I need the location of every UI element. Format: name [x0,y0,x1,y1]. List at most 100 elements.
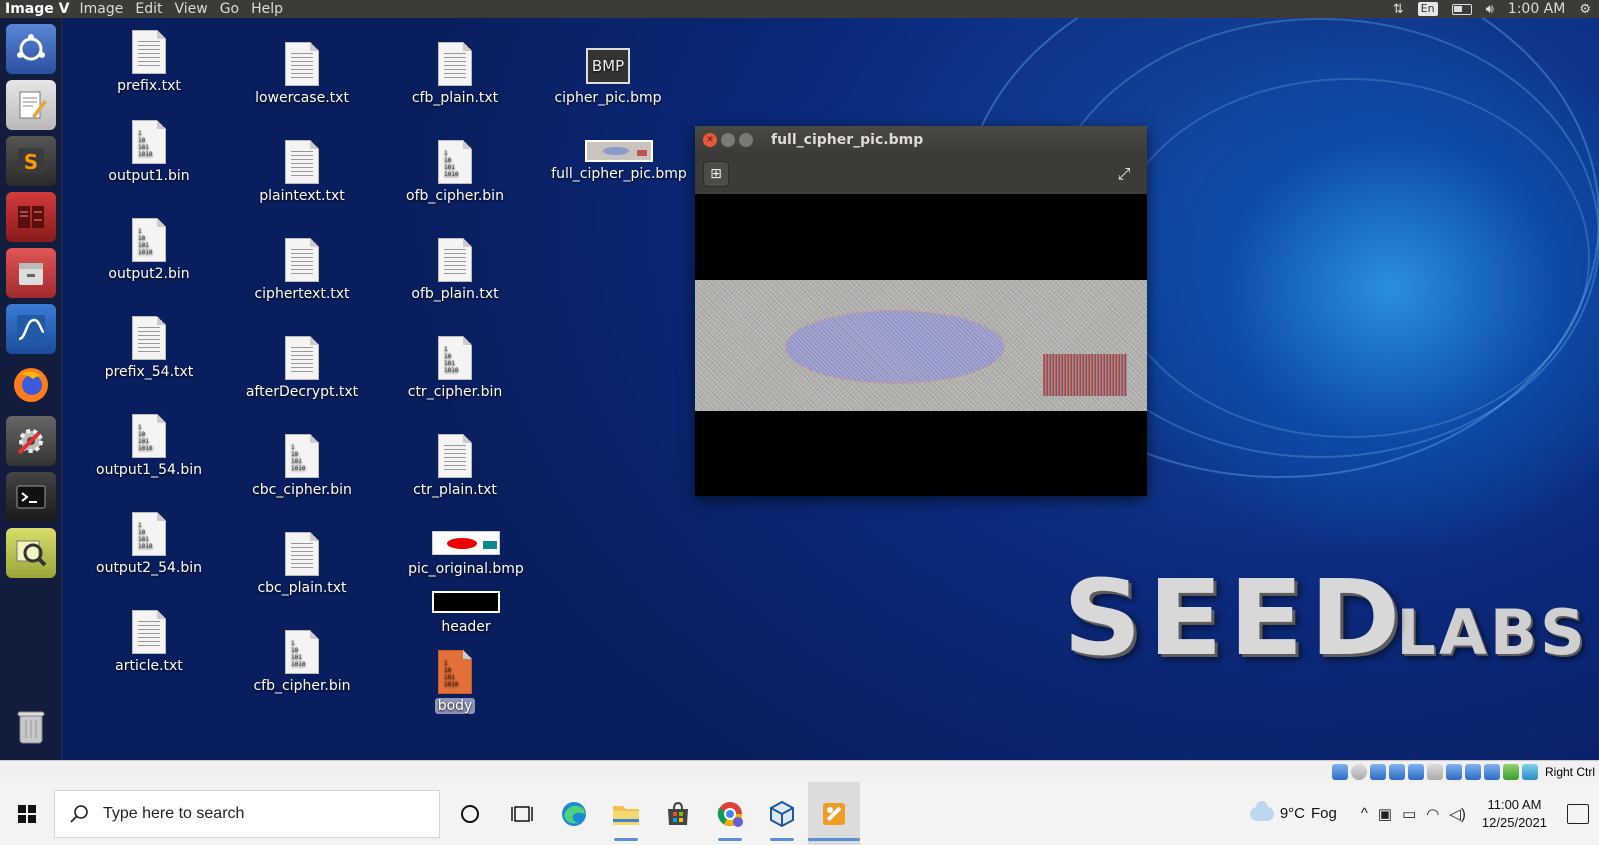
desktop-icon-ctr-cipher-bin[interactable]: 1 10 101 1010 ctr_cipher.bin [380,336,530,400]
edge-browser-icon[interactable] [548,782,600,845]
display-icon[interactable] [1445,763,1462,780]
keyboard-layout-indicator[interactable]: En [1417,2,1438,16]
close-icon[interactable]: ✕ [703,133,717,147]
image-viewer-window: ✕ full_cipher_pic.bmp ⊞ ⤢ [695,126,1147,496]
menu-help[interactable]: Help [245,1,289,17]
clock-time: 11:00 AM [1487,796,1542,812]
desktop-icon-ofb-cipher-bin[interactable]: 1 10 101 1010 ofb_cipher.bin [380,140,530,204]
usb-icon[interactable] [1407,763,1424,780]
weather-widget[interactable]: 9°C Fog [1249,800,1337,822]
icon-label: body [434,698,476,714]
desktop-icon-prefix-txt[interactable]: prefix.txt [74,30,224,94]
menu-edit[interactable]: Edit [129,1,168,17]
mouse-integration-icon[interactable] [1502,763,1519,780]
desktop-icon-cfb-cipher-bin[interactable]: 1 10 101 1010 cfb_cipher.bin [227,630,377,694]
desktop-icon-body[interactable]: 1 10 101 1010 body [380,650,530,714]
chrome-browser-icon[interactable] [704,782,756,845]
file-explorer-icon[interactable] [600,782,652,845]
desktop-icon-cbc-cipher-bin[interactable]: 1 10 101 1010 cbc_cipher.bin [227,434,377,498]
icon-label: cfb_plain.txt [411,90,499,106]
icon-label: ofb_cipher.bin [406,188,504,204]
logo-labs: LABS [1396,596,1588,669]
recording-icon[interactable] [1464,763,1481,780]
network-adapter-icon[interactable] [1388,763,1405,780]
virtualbox-status-bar: Right Ctrl [0,760,1599,782]
menu-go[interactable]: Go [214,1,245,17]
microsoft-store-icon[interactable] [652,782,704,845]
vm-window-icon[interactable] [808,782,860,845]
desktop-icon-ciphertext-txt[interactable]: ciphertext.txt [227,238,377,302]
battery-icon[interactable] [1451,3,1472,15]
desktop-icon-ctr-plain-txt[interactable]: ctr_plain.txt [380,434,530,498]
desktop-icon-cfb-plain-txt[interactable]: cfb_plain.txt [380,42,530,106]
top-clock[interactable]: 1:00 AM [1508,1,1566,17]
wifi-icon[interactable]: ◠ [1426,805,1439,823]
desktop-icon-lowercase-txt[interactable]: lowercase.txt [227,42,377,106]
wireshark-icon[interactable] [6,304,56,354]
desktop-icon-pic-original-bmp[interactable]: pic_original.bmp [391,531,541,577]
system-settings-icon[interactable] [6,416,56,466]
desktop-icon-plaintext-txt[interactable]: plaintext.txt [227,140,377,204]
icon-label: ctr_plain.txt [413,482,497,498]
sublime-text-icon[interactable]: S [6,136,56,186]
firefox-icon[interactable] [6,360,56,410]
notification-center-icon[interactable] [1567,803,1589,824]
icon-label: header [441,619,491,635]
text-editor-icon[interactable] [6,80,56,130]
ubuntu-dash-icon[interactable] [6,24,56,74]
window-title: full_cipher_pic.bmp [771,132,924,148]
maximize-icon[interactable] [739,133,753,147]
desktop-icon-full-cipher-pic-bmp[interactable]: full_cipher_pic.bmp [544,140,694,182]
desktop-icon-output1-54-bin[interactable]: 1 10 101 1010 output1_54.bin [74,414,224,478]
virtualization-icon[interactable] [1483,763,1500,780]
desktop-icon-article-txt[interactable]: article.txt [74,610,224,674]
fullscreen-icon[interactable]: ⤢ [1111,161,1137,187]
keyboard-capture-icon[interactable] [1521,763,1538,780]
shared-folders-icon[interactable] [1426,763,1443,780]
task-view-icon[interactable] [496,782,548,845]
encrypted-rect-shape [1043,354,1127,396]
volume-icon[interactable]: 🔊︎ [1486,2,1494,17]
windows-start-icon[interactable] [0,782,54,845]
image-viewer-icon[interactable] [6,528,56,578]
audio-icon[interactable] [1369,763,1386,780]
optical-drive-icon[interactable] [1350,763,1367,780]
network-icon[interactable]: ⇅ [1393,2,1404,17]
icon-label: output1.bin [108,168,190,184]
meet-now-icon[interactable]: ▣ [1378,805,1392,823]
hard-disk-icon[interactable] [1331,763,1348,780]
file-compare-icon[interactable] [6,192,56,242]
minimize-icon[interactable] [721,133,735,147]
virtualbox-icon[interactable] [756,782,808,845]
terminal-icon[interactable] [6,472,56,522]
icon-label: output2.bin [108,266,190,282]
logo-seed: SEED [1063,557,1407,679]
desktop-icon-cipher-pic-bmp[interactable]: BMP cipher_pic.bmp [533,48,683,106]
desktop-icon-afterdecrypt-txt[interactable]: afterDecrypt.txt [227,336,377,400]
battery-icon[interactable]: ▭ [1402,805,1416,823]
desktop-icon-ofb-plain-txt[interactable]: ofb_plain.txt [380,238,530,302]
image-canvas[interactable] [695,194,1147,496]
gallery-toggle-button[interactable]: ⊞ [703,161,729,187]
desktop-icon-header[interactable]: header [391,591,541,635]
trash-icon[interactable] [6,702,56,752]
icon-label: cipher_pic.bmp [554,90,662,106]
taskbar-search-box[interactable]: Type here to search [54,789,440,838]
cortana-icon[interactable] [444,782,496,845]
menu-view[interactable]: View [168,1,213,17]
text-file-icon [132,30,166,74]
window-titlebar[interactable]: ✕ full_cipher_pic.bmp [695,126,1147,154]
chevron-up-icon[interactable]: ^ [1361,805,1368,822]
menu-image[interactable]: Image [73,1,129,17]
taskbar-clock[interactable]: 11:00 AM 12/25/2021 [1482,796,1547,832]
desktop-icon-cbc-plain-txt[interactable]: cbc_plain.txt [227,532,377,596]
settings-gear-icon[interactable]: ⚙ [1579,2,1591,17]
desktop-icon-prefix-54-txt[interactable]: prefix_54.txt [74,316,224,380]
file-manager-icon[interactable] [6,248,56,298]
speaker-icon[interactable]: ◁) [1449,805,1466,823]
desktop-icon-output2-bin[interactable]: 1 10 101 1010 output2.bin [74,218,224,282]
desktop-icon-output2-54-bin[interactable]: 1 10 101 1010 output2_54.bin [74,512,224,576]
encrypted-ellipse-shape [785,310,1005,384]
encrypted-image-noise [695,280,1147,411]
desktop-icon-output1-bin[interactable]: 1 10 101 1010 output1.bin [74,120,224,184]
